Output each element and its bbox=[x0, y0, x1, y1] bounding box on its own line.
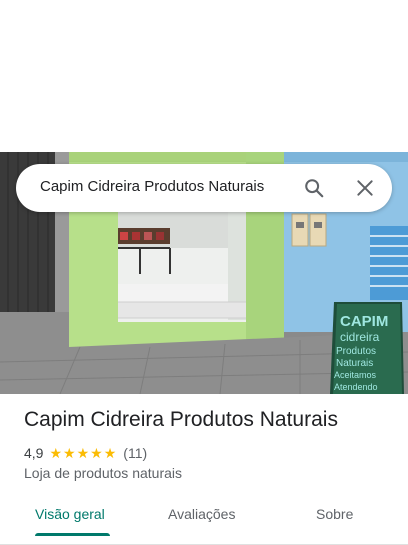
place-category: Loja de produtos naturais bbox=[24, 465, 182, 481]
tab-reviews[interactable]: Avaliações bbox=[168, 506, 235, 522]
search-bar[interactable]: Capim Cidreira Produtos Naturais bbox=[16, 164, 392, 212]
rating-row[interactable]: 4,9 ★ ★ ★ ★ ★ (11) bbox=[24, 444, 147, 462]
svg-text:Produtos: Produtos bbox=[336, 346, 376, 357]
active-tab-indicator bbox=[35, 533, 110, 536]
close-icon[interactable] bbox=[353, 176, 377, 200]
tab-about[interactable]: Sobre bbox=[316, 506, 353, 522]
rating-value: 4,9 bbox=[24, 445, 44, 461]
star-icon: ★ bbox=[76, 445, 90, 461]
svg-text:Naturais: Naturais bbox=[336, 358, 373, 369]
review-count[interactable]: (11) bbox=[123, 445, 147, 461]
star-icon: ★ bbox=[90, 445, 103, 461]
search-input[interactable]: Capim Cidreira Produtos Naturais bbox=[40, 178, 264, 195]
search-icon[interactable] bbox=[302, 176, 326, 200]
svg-text:Aceitamos: Aceitamos bbox=[334, 370, 377, 380]
place-tabs: Visão geral Avaliações Sobre bbox=[0, 496, 408, 545]
place-title: Capim Cidreira Produtos Naturais bbox=[24, 408, 338, 431]
svg-text:Atendendo: Atendendo bbox=[334, 382, 378, 392]
rating-stars: ★ ★ ★ ★ ★ bbox=[49, 446, 117, 460]
svg-text:cidreira: cidreira bbox=[340, 330, 380, 344]
sign-text: CAPIM bbox=[340, 313, 388, 330]
star-icon: ★ bbox=[103, 445, 117, 461]
star-icon: ★ bbox=[49, 445, 63, 461]
star-icon: ★ bbox=[63, 445, 76, 461]
tab-overview[interactable]: Visão geral bbox=[35, 506, 105, 522]
